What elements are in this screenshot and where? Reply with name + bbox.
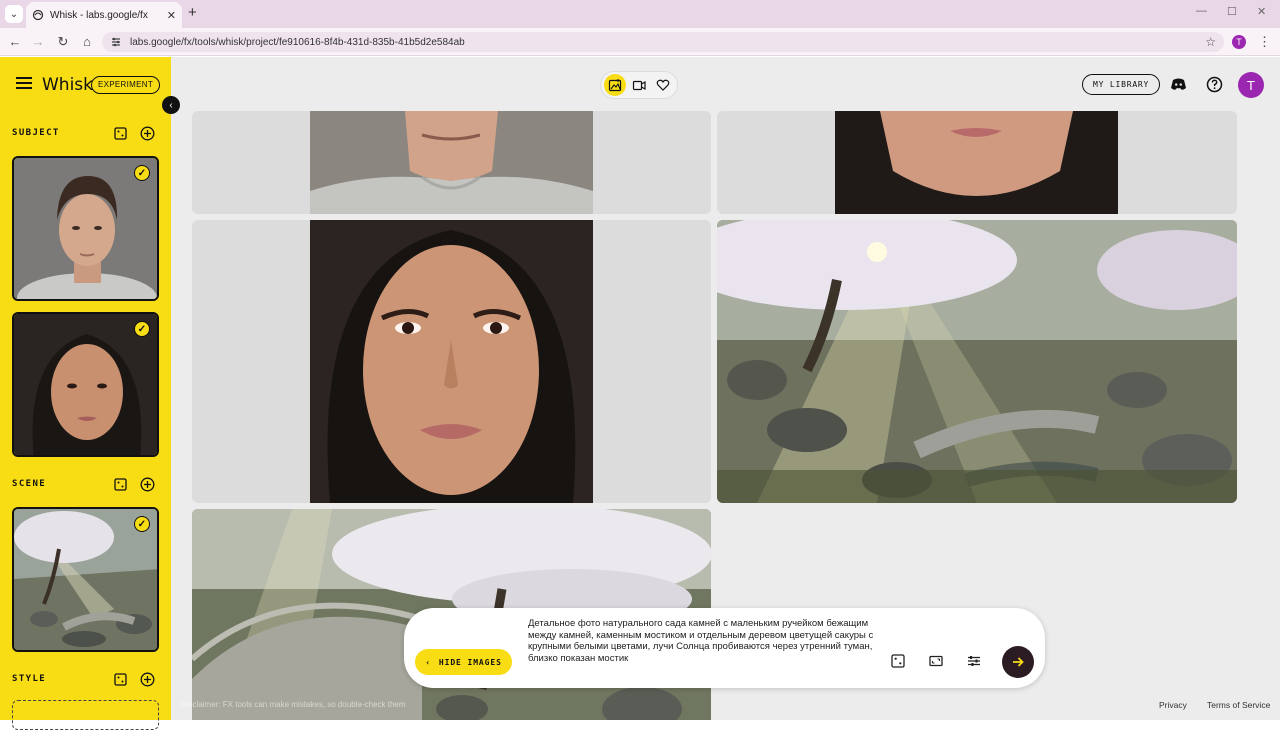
url-text: labs.google/fx/tools/whisk/project/fe910… <box>130 36 465 48</box>
check-icon: ✓ <box>134 516 150 532</box>
app-title: Whisk <box>42 75 94 95</box>
browser-toolbar: ← → ↻ ⌂ labs.google/fx/tools/whisk/proje… <box>0 28 1280 56</box>
prompt-bar: ‹ HIDE IMAGES Детальное фото натуральног… <box>404 608 1045 688</box>
chevron-left-icon[interactable]: ‹ <box>162 96 180 114</box>
settings-sliders-icon[interactable] <box>967 654 981 668</box>
image-mode-icon[interactable] <box>604 74 626 96</box>
video-mode-icon[interactable] <box>628 74 650 96</box>
arrow-right-icon <box>1013 657 1024 667</box>
result-card-woman-top[interactable] <box>717 111 1237 214</box>
scene-thumb-garden[interactable]: ✓ <box>12 507 159 652</box>
hide-images-label: HIDE IMAGES <box>438 657 502 667</box>
dice-icon[interactable] <box>114 673 127 686</box>
style-drop-zone[interactable] <box>12 700 159 730</box>
browser-tab[interactable]: Whisk - labs.google/fx ✕ <box>26 2 182 28</box>
add-circle-icon[interactable] <box>140 477 155 492</box>
check-icon: ✓ <box>134 165 150 181</box>
mode-switcher <box>600 71 678 99</box>
discord-icon[interactable] <box>1170 76 1187 93</box>
forward-icon[interactable]: → <box>30 34 46 50</box>
aspect-ratio-icon[interactable] <box>929 654 943 668</box>
tab-close-icon[interactable]: ✕ <box>167 9 176 22</box>
top-bar: MY LIBRARY T <box>171 57 1280 111</box>
send-button[interactable] <box>1002 646 1034 678</box>
dice-icon[interactable] <box>891 654 905 668</box>
subject-thumb-woman[interactable]: ✓ <box>12 312 159 457</box>
disclaimer-text: Disclaimer: FX tools can make mistakes, … <box>181 700 406 709</box>
help-icon[interactable] <box>1206 76 1223 93</box>
add-circle-icon[interactable] <box>140 672 155 687</box>
browser-tab-strip: ⌄ Whisk - labs.google/fx ✕ + — ☐ ✕ <box>0 0 1280 28</box>
tab-search-button[interactable]: ⌄ <box>5 5 23 23</box>
hide-images-button[interactable]: ‹ HIDE IMAGES <box>415 649 512 675</box>
subject-section-label: SUBJECT <box>12 128 60 138</box>
browser-profile-avatar[interactable]: T <box>1232 35 1246 49</box>
site-info-icon[interactable] <box>110 36 122 48</box>
bookmark-star-icon[interactable]: ☆ <box>1205 35 1216 49</box>
my-library-button[interactable]: MY LIBRARY <box>1082 74 1161 95</box>
add-circle-icon[interactable] <box>140 126 155 141</box>
browser-menu-icon[interactable]: ⋮ <box>1258 34 1271 50</box>
subject-thumb-man[interactable]: ✓ <box>12 156 159 301</box>
result-card-woman-portrait[interactable] <box>192 220 711 503</box>
generated-man-image <box>310 111 593 214</box>
dice-icon[interactable] <box>114 478 127 491</box>
result-card-garden-wide[interactable] <box>717 220 1237 503</box>
heart-icon[interactable] <box>652 74 674 96</box>
back-icon[interactable]: ← <box>7 34 23 50</box>
privacy-link[interactable]: Privacy <box>1159 700 1187 710</box>
sidebar: Whisk EXPERIMENT SUBJECT ✓ ✓ SCENE ✓ STY… <box>0 57 171 730</box>
chevron-left-icon: ‹ <box>425 657 431 667</box>
whisk-favicon-icon <box>32 9 44 21</box>
style-section-label: STYLE <box>12 674 47 684</box>
home-icon[interactable]: ⌂ <box>79 34 95 50</box>
result-card-man[interactable] <box>192 111 711 214</box>
prompt-input[interactable]: Детальное фото натурального сада камней … <box>528 618 883 664</box>
reload-icon[interactable]: ↻ <box>55 34 71 50</box>
menu-icon[interactable] <box>16 77 32 91</box>
dice-icon[interactable] <box>114 127 127 140</box>
terms-link[interactable]: Terms of Service <box>1207 700 1270 710</box>
scene-section-label: SCENE <box>12 479 47 489</box>
address-bar[interactable]: labs.google/fx/tools/whisk/project/fe910… <box>102 32 1224 52</box>
new-tab-icon[interactable]: + <box>188 4 197 21</box>
tab-title: Whisk - labs.google/fx <box>50 9 148 21</box>
check-icon: ✓ <box>134 321 150 337</box>
maximize-icon[interactable]: ☐ <box>1227 5 1237 18</box>
experiment-badge: EXPERIMENT <box>91 76 161 94</box>
generated-woman-portrait-image <box>310 220 593 503</box>
generated-garden-image <box>717 220 1237 503</box>
minimize-icon[interactable]: — <box>1196 5 1207 17</box>
window-close-icon[interactable]: ✕ <box>1257 5 1266 18</box>
generated-woman-image <box>835 111 1118 214</box>
user-avatar[interactable]: T <box>1238 72 1264 98</box>
